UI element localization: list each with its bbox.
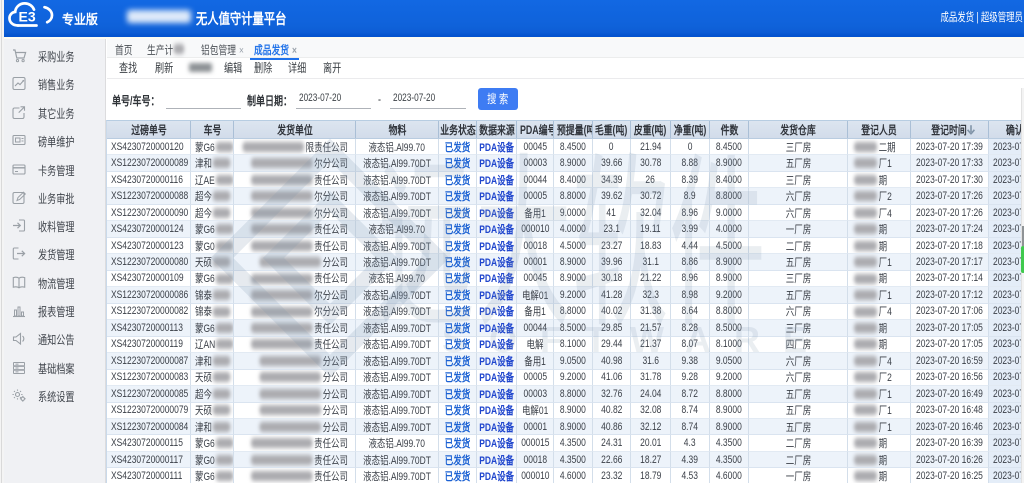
svg-text:E3: E3 <box>19 9 36 25</box>
